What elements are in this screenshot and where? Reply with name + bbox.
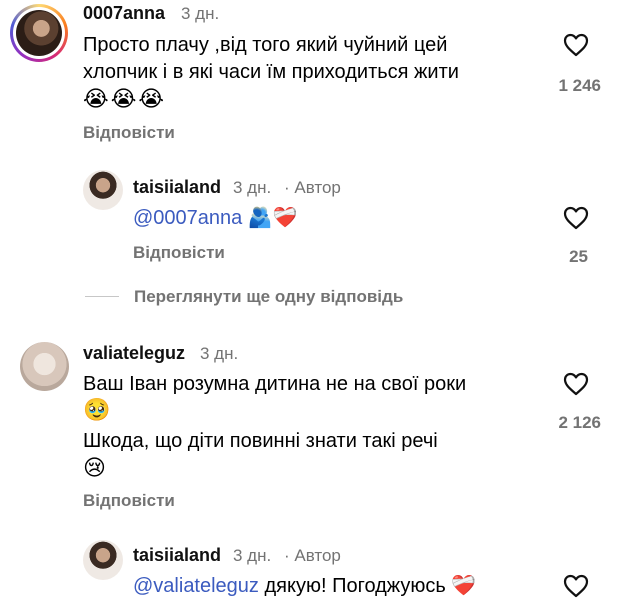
avatar-0007anna[interactable] [10,4,68,62]
like-count: 1 246 [558,76,601,95]
view-more-replies-button[interactable]: Переглянути ще одну відповідь [134,287,403,307]
comment-username[interactable]: valiateleguz [83,343,185,364]
comment-time: 3 дн. [200,344,239,363]
comment-text-line: @0007anna 🫂❤️‍🩹 [133,205,298,232]
comment-emoji: 🥹 [83,397,111,422]
like-heart-icon[interactable] [563,33,589,57]
comment-emoji: 😢 [83,455,106,480]
reply-button[interactable]: Відповісти [83,491,175,511]
comment-username[interactable]: 0007anna [83,3,165,24]
comment-time: 3 дн. [233,546,272,565]
comment-time: 3 дн. [181,4,220,23]
mention-link[interactable]: @0007anna [133,207,242,229]
comment-emoji: ❤️‍🩹 [451,575,477,598]
avatar-taisiialand[interactable] [83,540,123,580]
like-heart-icon[interactable] [563,372,589,396]
comment-text-line: @valiateleguz дякую! Погоджуюсь ❤️‍🩹 [133,573,476,600]
comment-text-line: хлопчик і в які часи їм приходиться жити [83,61,459,83]
like-heart-icon[interactable] [563,574,589,598]
comment-text-line: Ваш Іван розумна дитина не на свої роки [83,373,467,395]
like-count: 25 [569,247,588,266]
comment-username[interactable]: taisiialand [133,545,221,566]
avatar-valiateleguz[interactable] [20,342,69,391]
comment-username[interactable]: taisiialand [133,177,221,198]
author-badge: · Автор [284,546,341,565]
view-more-divider [85,296,119,297]
comment-time: 3 дн. [233,178,272,197]
author-badge: · Автор [284,178,341,197]
reply-button[interactable]: Відповісти [83,123,175,143]
avatar-taisiialand[interactable] [83,170,123,210]
like-heart-icon[interactable] [563,206,589,230]
comment-text-line: Просто плачу ,від того який чуйний цей [83,34,448,56]
comment-text: дякую! Погоджуюсь [264,575,446,597]
comment-emoji: 🫂❤️‍🩹 [247,207,298,230]
comment-emoji: 😭😭😭 [83,86,167,111]
comment-text-line: Шкода, що діти повинні знати такі речі [83,430,438,452]
mention-link[interactable]: @valiateleguz [133,575,259,597]
reply-button[interactable]: Відповісти [133,243,225,263]
like-count: 2 126 [558,413,601,432]
